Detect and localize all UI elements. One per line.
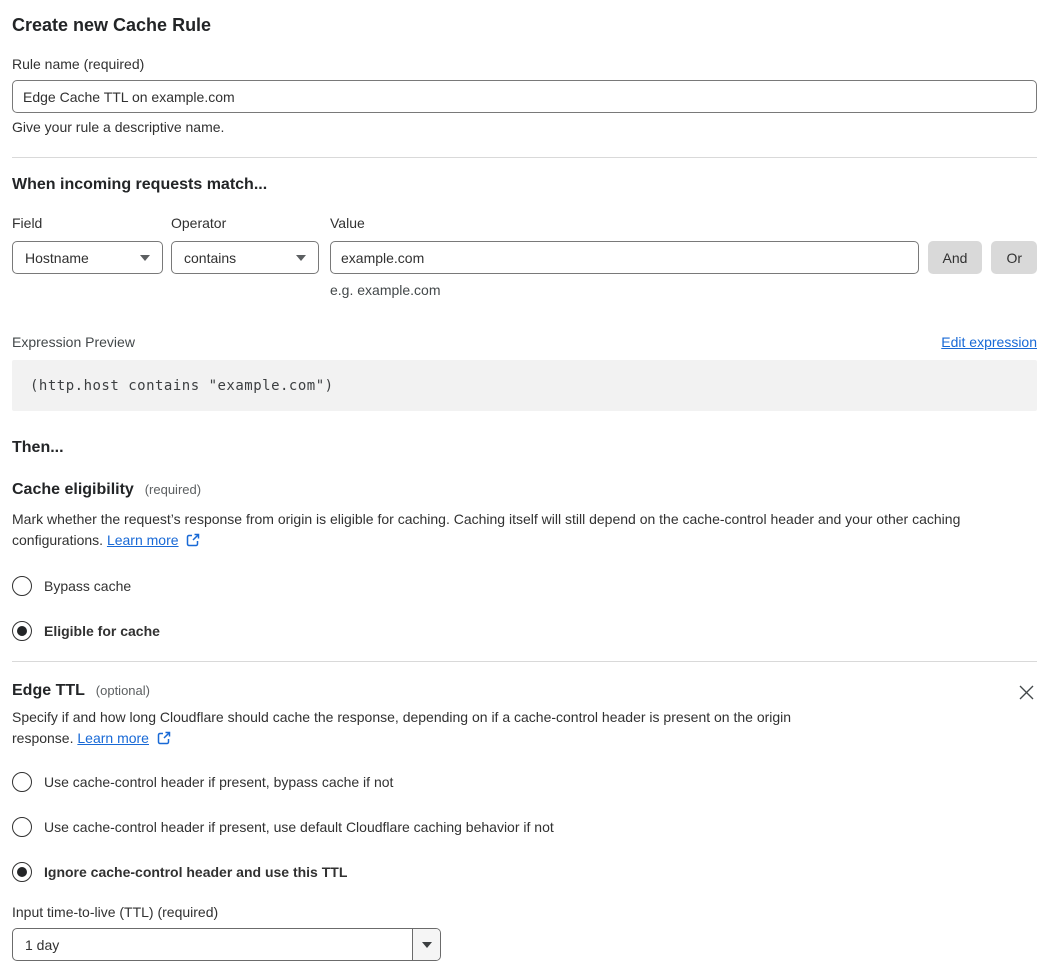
match-heading: When incoming requests match... [12, 176, 268, 193]
page-title: Create new Cache Rule [12, 15, 212, 35]
cache-eligibility-section: Cache eligibility (required) Mark whethe… [12, 481, 1037, 641]
ttl-select[interactable]: 1 day [12, 928, 441, 961]
cache-eligibility-required-note: (required) [144, 482, 202, 497]
radio-selected-icon [12, 862, 32, 882]
radio-use-cache-control-default[interactable]: Use cache-control header if present, use… [12, 817, 1037, 837]
external-link-icon [187, 533, 200, 547]
radio-icon [12, 576, 32, 596]
close-icon[interactable] [1016, 682, 1037, 703]
edge-ttl-heading: Edge TTL [12, 682, 85, 699]
operator-select[interactable]: contains [171, 241, 319, 274]
field-select[interactable]: Hostname [12, 241, 163, 274]
then-heading: Then... [12, 439, 64, 456]
operator-label: Operator [171, 215, 227, 231]
expression-code-block: (http.host contains "example.com") [12, 360, 1037, 411]
external-link-icon [157, 731, 171, 745]
ttl-select-caret-button[interactable] [412, 929, 440, 960]
or-button[interactable]: Or [991, 241, 1037, 274]
chevron-down-icon [421, 941, 432, 948]
expression-text: (http.host contains "example.com") [30, 377, 334, 394]
divider [12, 157, 1037, 158]
edge-ttl-optional-note: (optional) [95, 683, 150, 698]
learn-more-link[interactable]: Learn more [77, 730, 149, 746]
edge-ttl-header-row: Edge TTL (optional) [12, 682, 1037, 703]
operator-select-value: contains [184, 249, 237, 266]
match-controls-row: Hostname contains And Or [12, 241, 1037, 274]
expression-preview-label: Expression Preview [12, 334, 135, 350]
rule-name-input[interactable] [12, 80, 1037, 113]
ttl-select-value: 1 day [25, 936, 60, 953]
chevron-down-icon [296, 254, 306, 261]
match-column-labels: Field Operator Value [12, 215, 1037, 231]
value-input[interactable] [330, 241, 919, 274]
radio-eligible-for-cache[interactable]: Eligible for cache [12, 621, 1037, 641]
radio-ignore-cache-control[interactable]: Ignore cache-control header and use this… [12, 862, 1037, 882]
value-label: Value [330, 215, 365, 231]
rule-name-help: Give your rule a descriptive name. [12, 119, 225, 135]
chevron-down-icon [140, 254, 150, 261]
cache-eligibility-description: Mark whether the request’s response from… [12, 511, 961, 548]
radio-use-cache-control-bypass[interactable]: Use cache-control header if present, byp… [12, 772, 1037, 792]
edge-ttl-section: Edge TTL (optional) Specify if and how l… [12, 682, 1037, 961]
cache-eligibility-heading: Cache eligibility [12, 481, 134, 498]
ttl-label: Input time-to-live (TTL) (required) [12, 904, 219, 920]
field-select-value: Hostname [25, 249, 89, 266]
value-hint-row: e.g. example.com [12, 282, 1037, 298]
expression-preview-row: Expression Preview Edit expression [12, 334, 1037, 350]
field-label: Field [12, 215, 43, 231]
edge-ttl-description: Specify if and how long Cloudflare shoul… [12, 709, 792, 746]
radio-icon [12, 817, 32, 837]
divider [12, 661, 1037, 662]
learn-more-link[interactable]: Learn more [107, 532, 179, 548]
value-hint: e.g. example.com [330, 282, 441, 298]
radio-bypass-cache[interactable]: Bypass cache [12, 576, 1037, 596]
create-cache-rule-form: Create new Cache Rule Rule name (require… [0, 0, 1058, 961]
radio-icon [12, 772, 32, 792]
rule-name-label: Rule name (required) [12, 56, 145, 72]
radio-selected-icon [12, 621, 32, 641]
and-button[interactable]: And [927, 241, 983, 274]
edit-expression-link[interactable]: Edit expression [941, 334, 1037, 350]
